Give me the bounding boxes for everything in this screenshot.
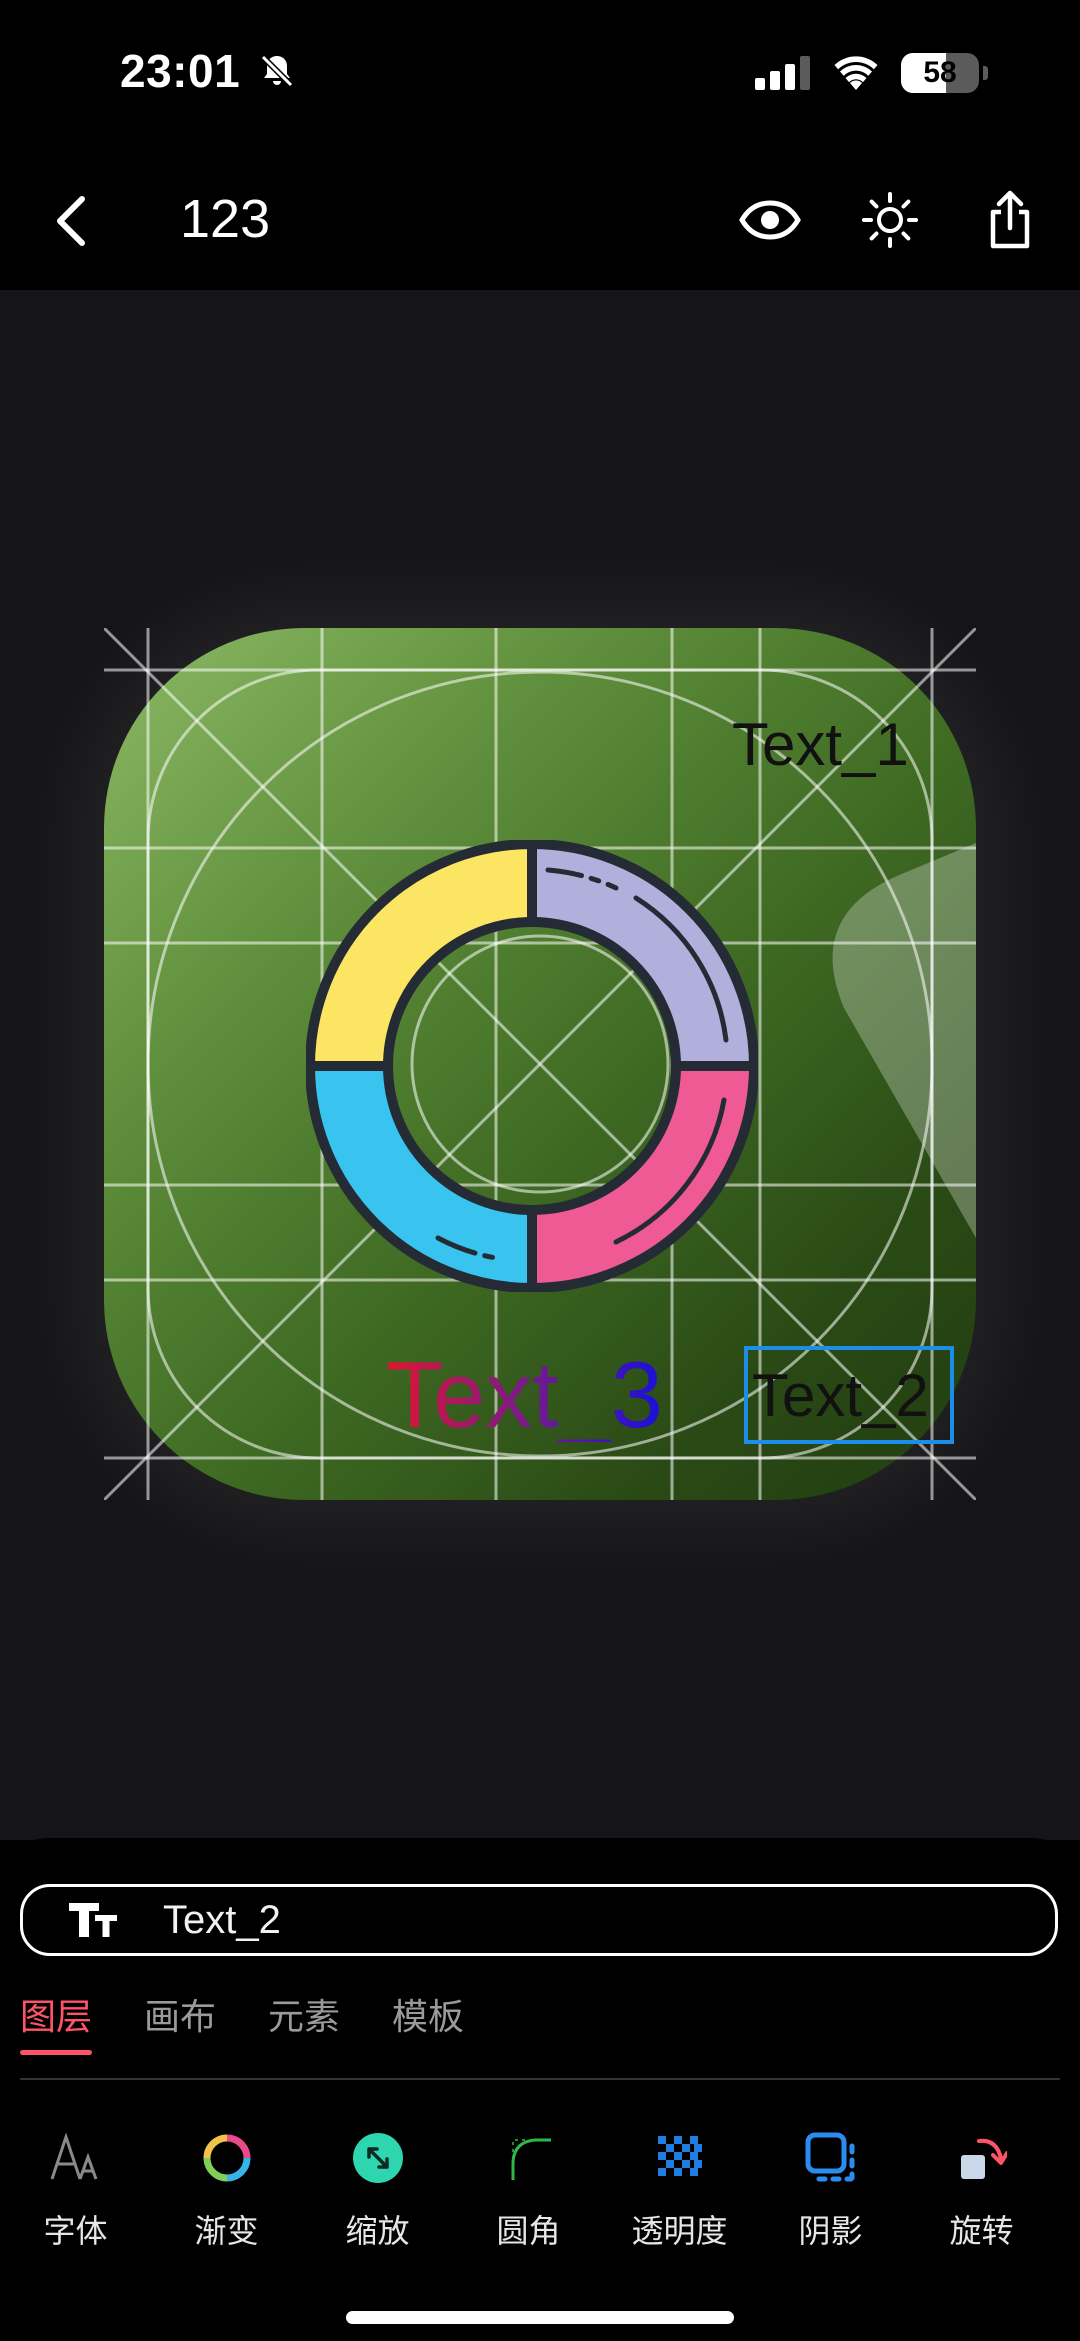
battery-indicator: 58: [901, 53, 979, 93]
brightness-button[interactable]: [850, 184, 930, 256]
tool-font[interactable]: 字体: [0, 2128, 151, 2252]
shadow-icon: [801, 2128, 861, 2188]
tab-layers[interactable]: 图层: [20, 1988, 93, 2058]
divider: [20, 2078, 1060, 2080]
nav-bar: 123: [0, 150, 1080, 290]
share-button[interactable]: [970, 184, 1050, 256]
font-icon: [46, 2128, 106, 2188]
canvas-text-1[interactable]: Text_1: [732, 715, 909, 775]
status-icons: 58: [755, 48, 988, 98]
tool-scale[interactable]: 缩放: [302, 2128, 453, 2252]
scale-icon: [348, 2128, 408, 2188]
back-button[interactable]: [40, 186, 100, 256]
tab-canvas[interactable]: 画布: [144, 1988, 216, 2058]
wifi-icon: [834, 56, 878, 90]
preview-button[interactable]: [730, 184, 810, 256]
tool-rotate[interactable]: 旋转: [906, 2128, 1057, 2252]
chevron-left-icon: [57, 196, 85, 246]
tab-templates[interactable]: 模板: [392, 1988, 464, 2058]
tool-gradient[interactable]: 渐变: [151, 2128, 302, 2252]
layer-name-field[interactable]: Text_2: [20, 1884, 1058, 1956]
canvas-text-3[interactable]: Text_3: [386, 1348, 663, 1442]
status-bar: 23:01 58: [0, 0, 1080, 150]
tab-elements[interactable]: 元素: [268, 1988, 340, 2058]
tool-shadow[interactable]: 阴影: [755, 2128, 906, 2252]
bottom-panel: Text_2 图层 画布 元素 模板 字体 渐变 缩放 圆角 透明度 阴影 旋转: [0, 1838, 1080, 2341]
text-type-icon: [23, 1901, 163, 1939]
share-icon: [990, 190, 1030, 249]
donut-logo: [306, 840, 758, 1292]
corner-radius-icon: [499, 2128, 559, 2188]
page-title: 123: [180, 189, 271, 249]
tool-opacity[interactable]: 透明度: [604, 2128, 755, 2252]
layer-name-value[interactable]: Text_2: [163, 1898, 281, 1943]
tool-corner-radius[interactable]: 圆角: [453, 2128, 604, 2252]
tool-bar: 字体 渐变 缩放 圆角 透明度 阴影 旋转: [0, 2128, 1080, 2252]
canvas-text-2[interactable]: Text_2: [752, 1366, 929, 1426]
opacity-icon: [650, 2128, 710, 2188]
rotate-icon: [952, 2128, 1012, 2188]
status-time: 23:01: [120, 44, 297, 98]
signal-icon: [755, 56, 810, 90]
home-indicator[interactable]: [346, 2311, 734, 2324]
eye-icon: [739, 200, 801, 240]
tab-bar: 图层 画布 元素 模板: [20, 1988, 464, 2058]
sun-icon: [862, 192, 918, 248]
gradient-icon: [197, 2128, 257, 2188]
bell-muted-icon: [261, 54, 294, 88]
